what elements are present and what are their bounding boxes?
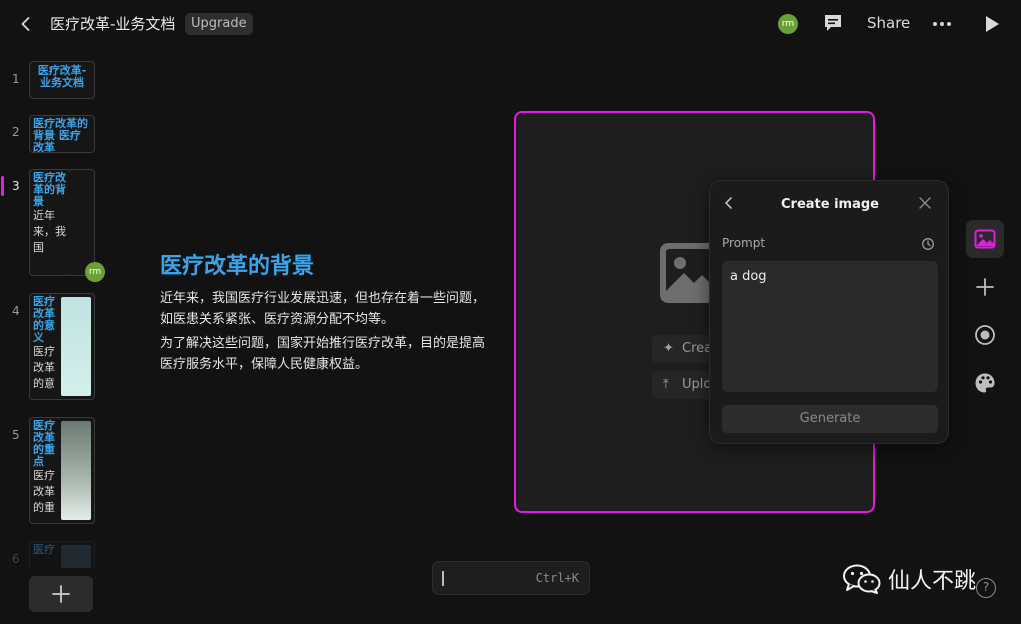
create-image-label: Crea (682, 341, 713, 356)
image-icon (974, 229, 996, 249)
collaborator-avatar: rm (85, 262, 105, 282)
slide-paragraph-1[interactable]: 近年来，我国医疗行业发展迅速，但也存在着一些问题，如医患关系紧张、医疗资源分配不… (160, 288, 490, 330)
history-icon (922, 238, 934, 250)
prompt-history-button[interactable] (921, 236, 935, 250)
plus-icon (976, 278, 994, 296)
more-button[interactable] (930, 12, 954, 36)
record-icon (975, 325, 995, 345)
slide-preview-title: 医疗改革的重点 (33, 419, 55, 468)
slide-preview-body: 医疗改革的意 (33, 345, 55, 390)
play-icon (986, 16, 999, 32)
watermark: 仙人不跳 (842, 563, 976, 595)
slide-preview-text: 医疗改革的意义 医疗改革的意 (33, 296, 61, 392)
document-title[interactable]: 医疗改革-业务文档 (50, 13, 175, 34)
prompt-label: Prompt (722, 236, 766, 250)
slide-number: 3 (12, 179, 20, 193)
slide-preview-image (61, 421, 91, 520)
share-button[interactable]: Share (867, 14, 910, 32)
slide-rail: 1 医疗改革-业务文档 2 医疗改革的背景 医疗改革 3 医疗改革的背景 近年来… (0, 58, 110, 568)
slide-preview-title: 医疗改革的意义 (33, 295, 55, 344)
slide-preview-body: 医疗改革的重 (33, 469, 55, 514)
slide-preview: 医疗改革-业务文档 (29, 61, 95, 99)
slide-number: 4 (12, 304, 20, 318)
slide-preview: 医疗 (29, 541, 95, 568)
comment-icon (825, 15, 841, 31)
close-icon (919, 197, 931, 209)
generate-button[interactable]: Generate (722, 405, 938, 433)
slide-preview: 医疗改革的背景 近年来，我国 (29, 169, 71, 276)
command-shortcut: Ctrl+K (535, 571, 579, 585)
slide-preview-body: 近年来，我国 (33, 209, 66, 254)
wechat-icon (843, 564, 881, 594)
more-icon (933, 22, 951, 26)
popover-title: Create image (781, 197, 879, 212)
help-button[interactable]: ? (976, 578, 996, 598)
slide-paragraph-2[interactable]: 为了解决这些问题，国家开始推行医疗改革，目的是提高医疗服务水平，保障人民健康权益… (160, 333, 490, 375)
slide-heading[interactable]: 医疗改革的背景 (160, 248, 314, 280)
slide-thumbnail-6[interactable]: 6 医疗 (0, 540, 110, 568)
slide-preview: 医疗改革的意义 医疗改革的意 (29, 293, 95, 400)
slide-number: 2 (12, 125, 20, 139)
avatar[interactable]: rm (778, 14, 798, 34)
slide-thumbnail-4[interactable]: 4 医疗改革的意义 医疗改革的意 (0, 292, 110, 402)
text-caret (442, 571, 444, 586)
slide-thumbnail-2[interactable]: 2 医疗改革的背景 医疗改革 (0, 113, 110, 157)
back-arrow-icon (21, 17, 30, 31)
present-button[interactable] (980, 12, 1004, 36)
active-slide-indicator (1, 176, 4, 196)
slide-preview: 医疗改革的重点 医疗改革的重 (29, 417, 95, 524)
upgrade-badge[interactable]: Upgrade (185, 13, 253, 35)
comment-button[interactable] (822, 12, 846, 36)
back-button[interactable] (14, 12, 38, 36)
prompt-input[interactable]: a dog (722, 261, 938, 392)
slide-thumbnail-1[interactable]: 1 医疗改革-业务文档 (0, 58, 110, 102)
slide-number: 5 (12, 428, 20, 442)
slide-preview-title: 医疗改革的背景 医疗改革 (33, 117, 88, 153)
slide-preview-margin (70, 169, 95, 276)
slide-thumbnail-5[interactable]: 5 医疗改革的重点 医疗改革的重 (0, 416, 110, 526)
plus-icon (52, 585, 70, 603)
slide-preview-text: 医疗改革的重点 医疗改革的重 (33, 420, 61, 516)
upload-image-label: Uplo (682, 377, 712, 392)
slide-number: 1 (12, 72, 20, 86)
create-image-popover: Create image Prompt a dog Generate (709, 180, 949, 444)
add-slide-button[interactable] (29, 576, 93, 612)
command-bar[interactable]: Ctrl+K (432, 561, 590, 595)
sparkle-icon: ✦ (663, 341, 674, 356)
slide-preview: 医疗改革的背景 医疗改革 (29, 115, 95, 153)
slide-preview-title: 医疗改革的背景 (33, 171, 66, 208)
popover-close-button[interactable] (918, 195, 934, 211)
slide-number: 6 (12, 552, 20, 566)
upload-icon: ⤒ (663, 377, 669, 392)
slide-preview-title: 医疗改革-业务文档 (37, 64, 87, 89)
watermark-text: 仙人不跳 (888, 569, 977, 594)
record-button[interactable] (966, 316, 1004, 354)
add-element-button[interactable] (966, 268, 1004, 306)
palette-icon (975, 373, 995, 393)
theme-button[interactable] (966, 364, 1004, 402)
top-bar: 医疗改革-业务文档 Upgrade rm Share (0, 0, 1021, 48)
slide-preview-image (61, 297, 91, 396)
slide-preview-image (61, 545, 91, 568)
image-tool-button[interactable] (966, 220, 1004, 258)
